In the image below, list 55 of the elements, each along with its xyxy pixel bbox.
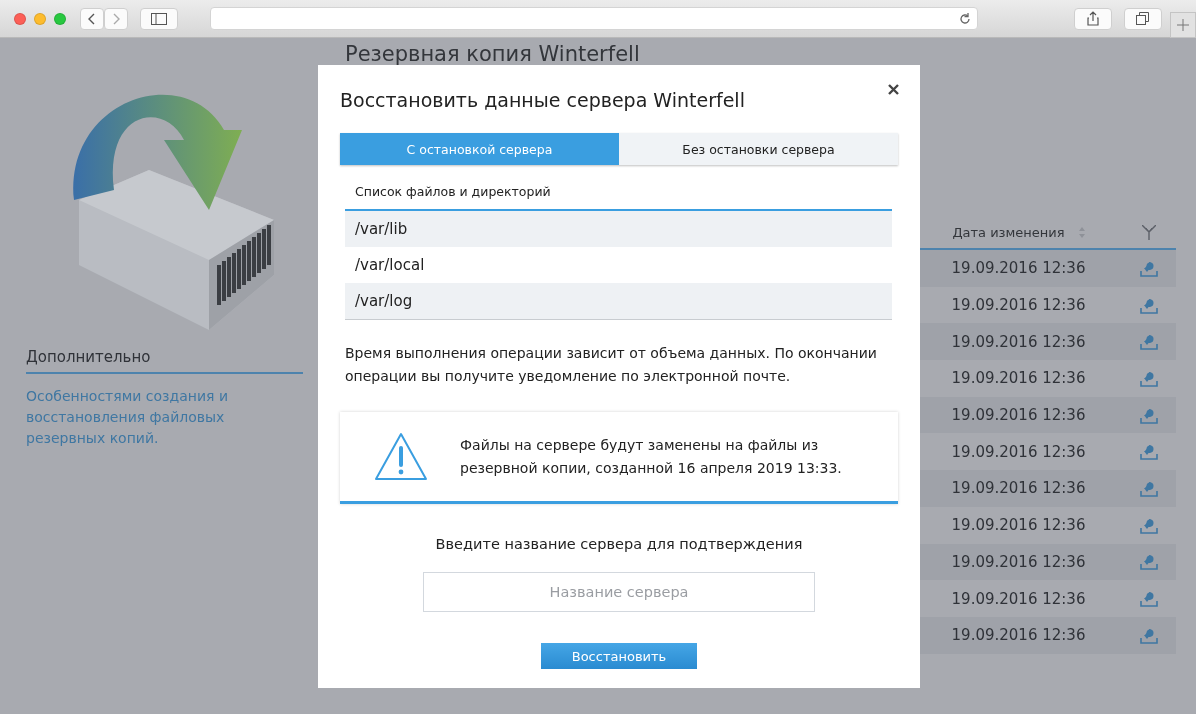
close-button[interactable] [886, 83, 900, 97]
restore-icon[interactable] [1139, 553, 1158, 571]
plus-icon[interactable] [1177, 18, 1189, 31]
help-link[interactable]: Особенностями создания и восстановления файловых резервных копий. [26, 386, 306, 449]
table-cell-text: 19.09.2016 12:36 [950, 626, 1087, 645]
minimize-window-button[interactable] [34, 12, 46, 25]
share-icon[interactable] [1087, 11, 1099, 26]
warning-text: Файлы на сервере будут заменены на файлы из резервной копии, созданной 16 апреля 2019 13:33. [460, 435, 843, 478]
info-text: Время выполнения операции зависит от объема данных. По окончании операции вы получите уведомление по электронной почте. [345, 344, 878, 386]
tabs-icon[interactable] [1136, 12, 1150, 25]
sidebar-button[interactable] [140, 7, 178, 30]
table-cell-text: 19.09.2016 12:36 [950, 296, 1087, 315]
close-window-button[interactable] [14, 12, 26, 25]
restore-icon[interactable] [1139, 516, 1158, 534]
tabs-button[interactable] [1124, 7, 1162, 30]
restore-button[interactable]: Восстановить [541, 643, 697, 669]
table-cell-text: 19.09.2016 12:36 [950, 516, 1087, 535]
new-tab-button[interactable] [1170, 11, 1196, 38]
table-cell-text: 19.09.2016 12:36 [950, 552, 1087, 571]
restore-icon[interactable] [1139, 479, 1158, 497]
restore-icon[interactable] [1139, 443, 1158, 461]
restore-icon[interactable] [1139, 626, 1158, 644]
reload-icon[interactable] [959, 12, 971, 25]
page-title: Резервная копия Winterfell [345, 42, 641, 68]
section-heading: Дополнительно [26, 348, 303, 374]
restore-icon[interactable] [1139, 333, 1158, 351]
restore-icon[interactable] [1139, 259, 1158, 277]
zoom-window-button[interactable] [54, 12, 66, 25]
table-cell-text: 19.09.2016 12:36 [950, 479, 1087, 498]
filter-icon[interactable] [1141, 224, 1156, 240]
restore-icon[interactable] [1139, 590, 1158, 608]
table-cell-text: 19.09.2016 12:36 [950, 259, 1087, 278]
chevron-right-icon[interactable] [112, 12, 120, 25]
server-name-field[interactable]: Название сервера [423, 572, 815, 612]
table-cell-text: 19.09.2016 12:36 [950, 442, 1087, 461]
column-header[interactable]: Дата изменения [952, 224, 1065, 240]
table-cell-text: 19.09.2016 12:36 [950, 589, 1087, 608]
sidebar-icon[interactable] [151, 12, 167, 25]
warning-icon [374, 431, 428, 482]
restore-icon[interactable] [1139, 369, 1158, 387]
dialog-title: Восстановить данные сервера Winterfell [340, 89, 746, 111]
table-cell-text: 19.09.2016 12:36 [950, 369, 1087, 388]
path-row: /var/lib [345, 211, 892, 247]
table-cell-text: 19.09.2016 12:36 [950, 332, 1087, 351]
forward-button[interactable] [104, 7, 128, 30]
confirm-label: Введите название сервера для подтверждения [434, 536, 804, 552]
list-label: Список файлов и директорий [355, 184, 552, 199]
restore-icon[interactable] [1139, 296, 1158, 314]
table-cell-text: 19.09.2016 12:36 [950, 406, 1087, 425]
restore-icon[interactable] [1139, 406, 1158, 424]
mode-tab[interactable]: Без остановки сервера [619, 133, 898, 165]
path-row: /var/log [345, 283, 892, 319]
mode-tab[interactable]: С остановкой сервера [340, 133, 619, 165]
chevron-left-icon[interactable] [88, 12, 96, 25]
sort-icon[interactable] [1078, 226, 1085, 238]
